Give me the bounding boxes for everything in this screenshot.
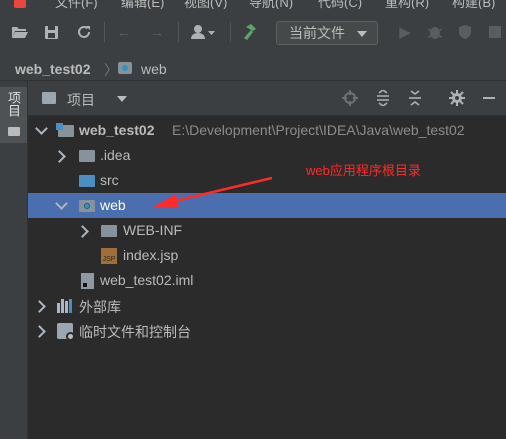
menu-build[interactable]: 构建(B) — [452, 0, 495, 9]
tree-row-project-root[interactable]: web_test02 E:\Development\Project\IDEA\J… — [28, 118, 506, 143]
tree-row-iml[interactable]: web_test02.iml — [28, 268, 506, 293]
project-tool-tab-label: 项目 — [6, 91, 21, 117]
project-view-icon — [42, 92, 56, 104]
annotation-text: web应用程序根目录 — [306, 163, 421, 178]
chevron-right-icon[interactable] — [53, 150, 66, 163]
app-logo-icon — [14, 0, 26, 8]
left-tool-strip: 项目 — [0, 81, 28, 439]
toolbar-separator — [178, 22, 179, 42]
toolbar-separator — [104, 22, 105, 42]
libraries-icon — [57, 299, 73, 313]
tree-label-web-inf: WEB-INF — [123, 222, 183, 238]
coverage-icon[interactable] — [454, 21, 476, 43]
tree-label-project-root: web_test02 — [79, 122, 155, 138]
chevron-right-icon[interactable] — [33, 325, 46, 338]
gear-icon[interactable] — [448, 89, 466, 107]
tree-row-src[interactable]: src — [28, 168, 506, 193]
tree-row-index-jsp[interactable]: JSP index.jsp — [28, 243, 506, 268]
build-hammer-icon[interactable] — [241, 21, 263, 43]
forward-arrow-icon[interactable]: → — [146, 21, 168, 43]
chevron-down-icon[interactable] — [35, 122, 48, 135]
collapse-all-icon[interactable] — [406, 89, 424, 107]
tree-label-scratches: 临时文件和控制台 — [79, 324, 191, 340]
source-folder-icon — [79, 175, 95, 187]
stop-icon[interactable] — [484, 21, 506, 43]
user-dropdown-icon[interactable] — [188, 21, 218, 43]
web-folder-icon — [79, 200, 95, 212]
tree-label-external-libraries: 外部库 — [79, 299, 121, 315]
toolbar: ← → 当前文件 ▶ — [0, 9, 506, 59]
chevron-down-icon — [357, 31, 367, 37]
breadcrumb-separator: 〉 — [104, 62, 118, 78]
project-panel-title[interactable]: 项目 — [67, 90, 95, 110]
tree-label-idea: ​.idea — [100, 147, 131, 163]
folder-icon — [8, 127, 20, 136]
module-folder-icon — [56, 123, 74, 137]
tree-label-web: web — [100, 197, 126, 213]
tree-row-web-inf[interactable]: WEB-INF — [28, 218, 506, 243]
tree-label-index-jsp: index.jsp — [123, 247, 179, 263]
run-config-label: 当前文件 — [289, 25, 345, 41]
refresh-icon[interactable] — [73, 21, 95, 43]
toolbar-separator — [230, 22, 231, 42]
tree-row-external-libraries[interactable]: 外部库 — [28, 293, 506, 318]
tree-row-scratches[interactable]: 临时文件和控制台 — [28, 318, 506, 343]
save-icon[interactable] — [40, 21, 62, 43]
jsp-file-icon: JSP — [101, 248, 117, 264]
debug-icon[interactable] — [424, 21, 446, 43]
tree-project-path: E:\Development\Project\IDEA\Java\web_tes… — [172, 122, 465, 138]
open-folder-icon[interactable] — [8, 21, 30, 43]
iml-file-icon — [81, 273, 94, 289]
tree-row-idea[interactable]: ​.idea — [28, 143, 506, 168]
expand-all-icon[interactable] — [374, 89, 392, 107]
menu-edit[interactable]: 编辑(E) — [121, 0, 164, 9]
chevron-down-icon[interactable] — [55, 197, 68, 210]
project-tree: web_test02 E:\Development\Project\IDEA\J… — [28, 116, 506, 439]
chevron-right-icon[interactable] — [33, 300, 46, 313]
locate-target-icon[interactable] — [341, 89, 359, 107]
chevron-down-icon[interactable] — [117, 96, 127, 102]
menu-bar: 文件(F) 编辑(E) 视图(V) 导航(N) 代码(C) 重构(R) 构建(B… — [0, 0, 506, 9]
minimize-icon[interactable] — [480, 89, 498, 107]
folder-icon — [79, 150, 95, 162]
tree-label-iml: web_test02.iml — [100, 272, 194, 288]
menu-file[interactable]: 文件(F) — [55, 0, 98, 9]
breadcrumb-project[interactable]: web_test02 — [15, 61, 90, 77]
tree-label-src: src — [100, 172, 119, 188]
project-tool-tab[interactable]: 项目 — [0, 87, 27, 143]
tree-row-web[interactable]: web — [28, 193, 506, 218]
chevron-right-icon[interactable] — [76, 225, 89, 238]
run-config-dropdown[interactable]: 当前文件 — [276, 21, 378, 45]
breadcrumb-folder[interactable]: web — [141, 61, 167, 77]
menu-refactor[interactable]: 重构(R) — [385, 0, 429, 9]
menu-view[interactable]: 视图(V) — [184, 0, 227, 9]
scratches-icon — [57, 323, 75, 341]
run-icon[interactable]: ▶ — [394, 21, 416, 43]
menu-code[interactable]: 代码(C) — [318, 0, 362, 9]
web-folder-icon — [118, 62, 132, 74]
folder-icon — [101, 225, 117, 237]
back-arrow-icon[interactable]: ← — [113, 21, 135, 43]
menu-navigate[interactable]: 导航(N) — [249, 0, 293, 9]
project-panel-header: 项目 — [28, 81, 506, 116]
breadcrumb: web_test02 〉 web — [0, 58, 506, 81]
